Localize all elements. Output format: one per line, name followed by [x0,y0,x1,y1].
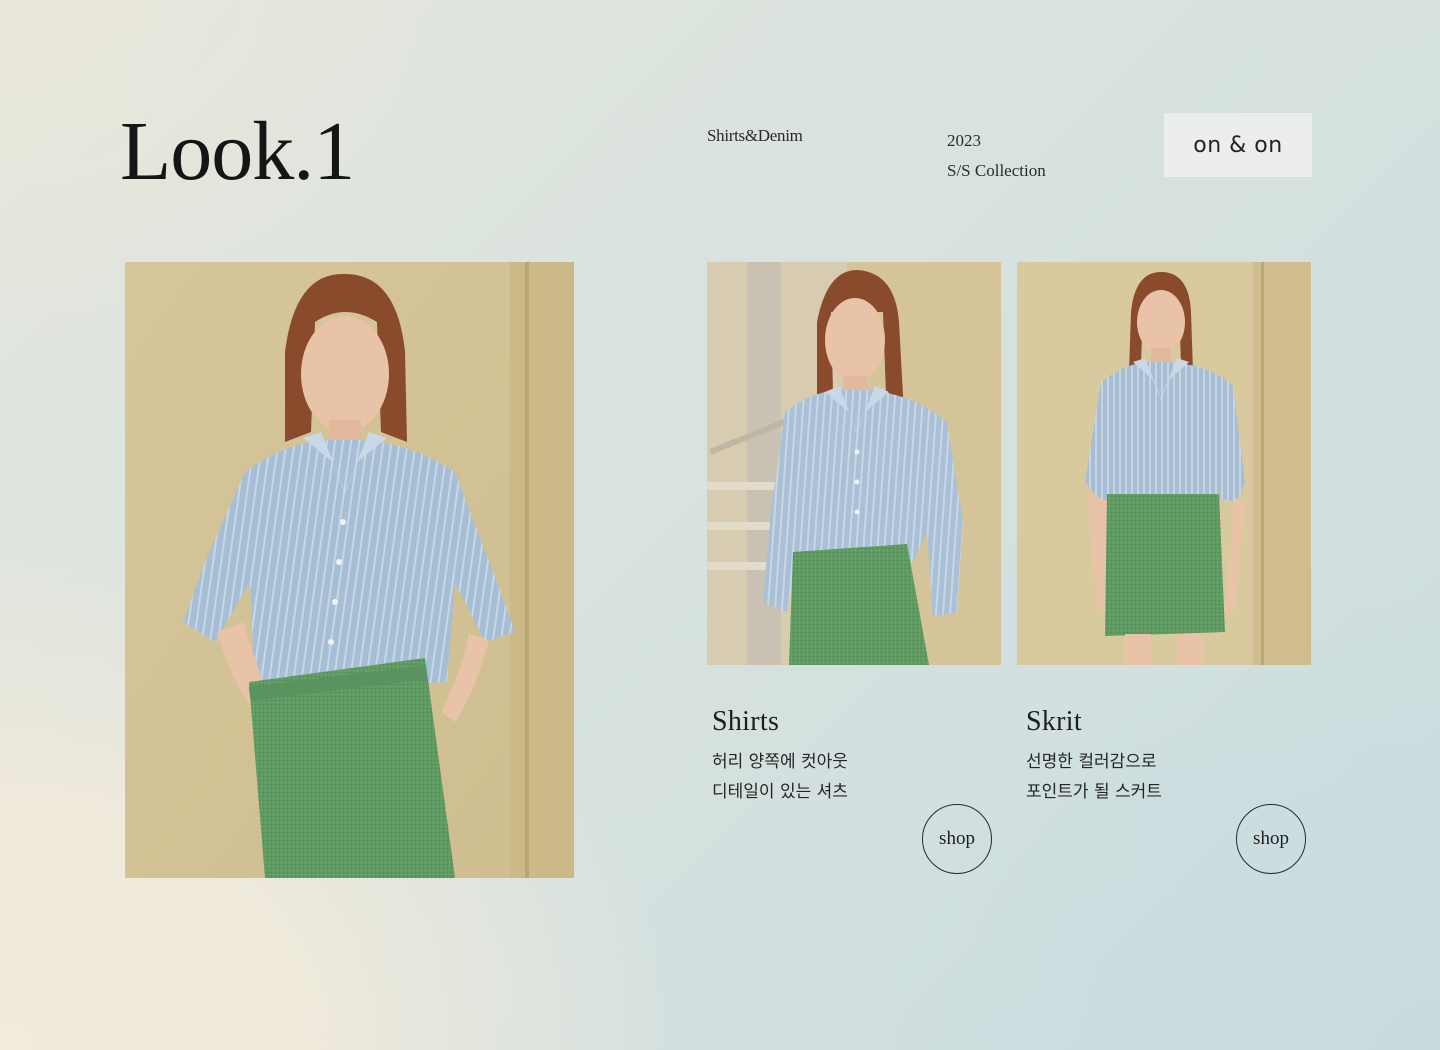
brand-logo[interactable]: on & on [1164,113,1312,177]
season-year: 2023 [947,131,981,150]
product-desc-skirt: 선명한 컬러감으로 포인트가 될 스커트 [1026,747,1162,807]
product-title-skirt: Skrit [1026,706,1082,737]
shop-button-skirt[interactable]: shop [1236,804,1306,874]
product-desc-line: 허리 양쪽에 컷아웃 [712,752,848,772]
shirt-photo[interactable] [707,262,1001,665]
product-desc-line: 포인트가 될 스커트 [1026,782,1162,802]
season-collection: S/S Collection [947,161,1046,180]
main-look-photo [125,262,574,878]
product-desc-line: 디테일이 있는 셔츠 [712,782,848,802]
product-desc-shirts: 허리 양쪽에 컷아웃 디테일이 있는 셔츠 [712,747,848,807]
skirt-photo-illustration [1017,262,1311,665]
category-label: Shirts&Denim [707,126,803,145]
page-title: Look.1 [120,105,355,198]
product-desc-line: 선명한 컬러감으로 [1026,752,1157,772]
shirt-photo-illustration [707,262,1001,665]
main-photo-illustration [125,262,574,878]
product-title-shirts: Shirts [712,706,780,737]
season-info: 2023 S/S Collection [947,126,1046,186]
shop-button-shirts[interactable]: shop [922,804,992,874]
skirt-photo[interactable] [1017,262,1311,665]
